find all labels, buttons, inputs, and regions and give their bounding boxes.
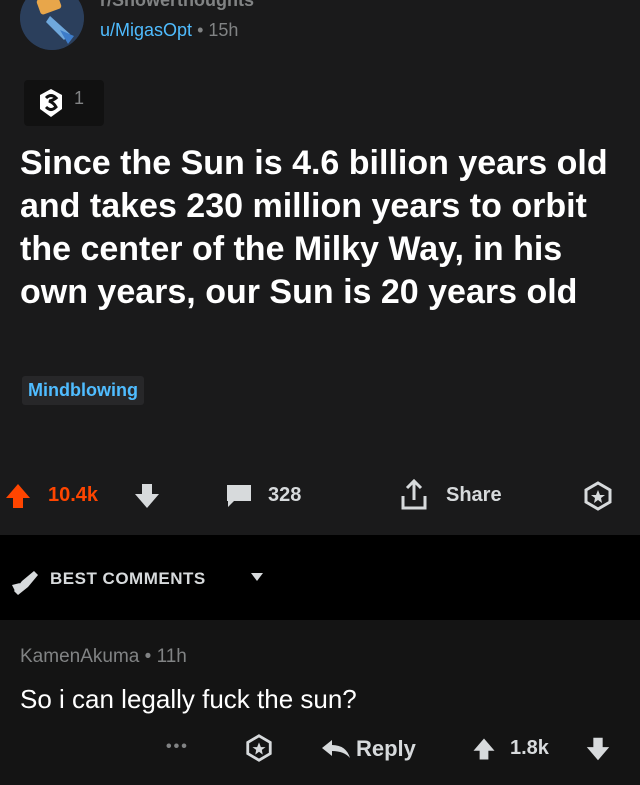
upvote-icon[interactable] bbox=[470, 734, 498, 764]
award-badge[interactable]: 1 bbox=[24, 80, 104, 126]
share-button[interactable]: Share bbox=[446, 484, 502, 507]
comment-actions: ••• Reply 1.8k bbox=[0, 728, 640, 768]
post-author[interactable]: u/MigasOpt bbox=[100, 20, 192, 40]
award-count: 1 bbox=[74, 88, 85, 108]
comment-icon[interactable] bbox=[224, 482, 254, 510]
post-meta: u/MigasOpt • 15h bbox=[100, 20, 238, 41]
comment-meta: KamenAkuma • 11h bbox=[20, 646, 187, 668]
give-award-icon[interactable] bbox=[244, 733, 274, 763]
post-age: 15h bbox=[208, 20, 239, 40]
share-icon[interactable] bbox=[398, 478, 430, 512]
comment-sort[interactable]: BEST COMMENTS bbox=[0, 560, 640, 600]
subreddit-avatar[interactable] bbox=[20, 0, 84, 50]
upvote-icon[interactable] bbox=[2, 480, 34, 512]
comment: KamenAkuma • 11h So i can legally fuck t… bbox=[0, 620, 640, 785]
chevron-down-icon[interactable] bbox=[250, 572, 264, 582]
downvote-icon[interactable] bbox=[132, 480, 162, 512]
more-options-button[interactable]: ••• bbox=[166, 738, 189, 756]
post-score: 10.4k bbox=[48, 484, 99, 506]
reply-icon[interactable] bbox=[320, 738, 352, 760]
sort-label[interactable]: BEST COMMENTS bbox=[50, 569, 206, 589]
post-actions: 10.4k 328 Share bbox=[0, 470, 640, 516]
silver-award-icon bbox=[40, 89, 62, 117]
comment-age: 11h bbox=[156, 646, 187, 667]
post-title[interactable]: Since the Sun is 4.6 billion years old a… bbox=[20, 142, 620, 314]
comment-body: So i can legally fuck the sun? bbox=[20, 684, 357, 714]
meta-separator: • bbox=[197, 20, 204, 40]
give-award-icon[interactable] bbox=[582, 480, 614, 512]
comment-score: 1.8k bbox=[510, 737, 549, 759]
reply-button[interactable]: Reply bbox=[356, 736, 416, 762]
comment-author[interactable]: KamenAkuma bbox=[20, 646, 139, 667]
rocket-icon bbox=[12, 571, 38, 595]
comment-count[interactable]: 328 bbox=[268, 484, 301, 507]
post-flair[interactable]: Mindblowing bbox=[22, 376, 144, 405]
comment-separator: • bbox=[144, 646, 152, 667]
subreddit-name[interactable]: r/Showerthoughts bbox=[100, 0, 254, 11]
post-card: r/Showerthoughts u/MigasOpt • 15h 1 Sinc… bbox=[0, 0, 640, 535]
downvote-icon[interactable] bbox=[584, 734, 612, 764]
